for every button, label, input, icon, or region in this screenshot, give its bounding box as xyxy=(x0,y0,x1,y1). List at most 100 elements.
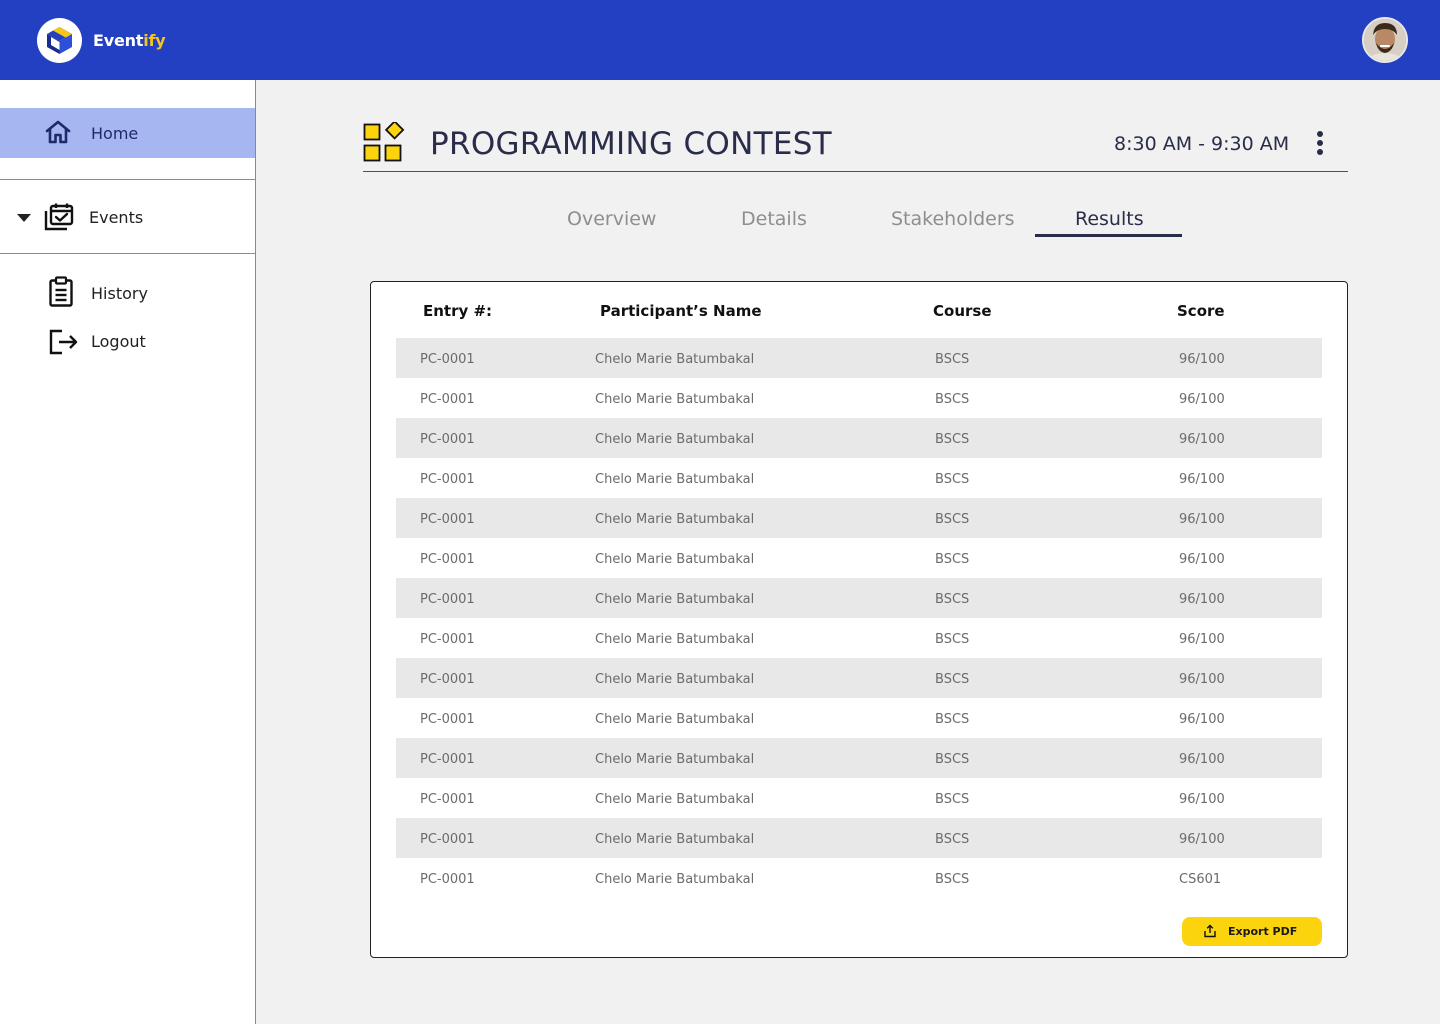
course-cell: BSCS xyxy=(935,352,970,367)
sidebar: Home Events History Logout xyxy=(0,80,256,1024)
table-row: PC-0001 Chelo Marie Batumbakal BSCS 96/100 xyxy=(396,458,1322,498)
name-cell: Chelo Marie Batumbakal xyxy=(595,632,755,647)
header-divider xyxy=(363,171,1348,172)
results-table-body: PC-0001 Chelo Marie Batumbakal BSCS 96/100 … xyxy=(396,338,1322,898)
score-cell: 96/100 xyxy=(1179,352,1225,367)
entry-cell: PC-0001 xyxy=(420,832,475,847)
course-cell: BSCS xyxy=(935,832,970,847)
page-title: PROGRAMMING CONTEST xyxy=(430,126,832,162)
entry-cell: PC-0001 xyxy=(420,352,475,367)
name-cell: Chelo Marie Batumbakal xyxy=(595,672,755,687)
sidebar-item-logout[interactable]: Logout xyxy=(0,324,255,364)
caret-down-icon[interactable] xyxy=(17,214,31,222)
brand-name: Eventify xyxy=(93,31,166,50)
sidebar-item-logout-label: Logout xyxy=(91,332,146,351)
upload-share-icon xyxy=(1204,924,1216,938)
sidebar-item-home-label: Home xyxy=(91,124,139,143)
column-header-course: Course xyxy=(933,302,992,320)
home-icon xyxy=(45,120,71,144)
table-row: PC-0001 Chelo Marie Batumbakal BSCS 96/100 xyxy=(396,658,1322,698)
course-cell: BSCS xyxy=(935,672,970,687)
course-cell: BSCS xyxy=(935,752,970,767)
name-cell: Chelo Marie Batumbakal xyxy=(595,352,755,367)
name-cell: Chelo Marie Batumbakal xyxy=(595,712,755,727)
column-header-score: Score xyxy=(1177,302,1225,320)
score-cell: 96/100 xyxy=(1179,392,1225,407)
course-cell: BSCS xyxy=(935,512,970,527)
avatar-image xyxy=(1364,19,1406,61)
active-tab-indicator xyxy=(1035,234,1182,237)
score-cell: 96/100 xyxy=(1179,792,1225,807)
clipboard-icon xyxy=(49,276,73,307)
sidebar-item-events-label: Events xyxy=(89,208,144,227)
entry-cell: PC-0001 xyxy=(420,512,475,527)
entry-cell: PC-0001 xyxy=(420,392,475,407)
results-card: Entry #: Participant’s Name Course Score… xyxy=(370,281,1348,958)
table-row: PC-0001 Chelo Marie Batumbakal BSCS 96/100 xyxy=(396,778,1322,818)
tab-stakeholders[interactable]: Stakeholders xyxy=(891,208,1015,230)
table-row: PC-0001 Chelo Marie Batumbakal BSCS 96/100 xyxy=(396,378,1322,418)
sidebar-item-events[interactable]: Events xyxy=(0,192,255,242)
entry-cell: PC-0001 xyxy=(420,712,475,727)
sidebar-divider xyxy=(0,179,255,180)
sidebar-item-history[interactable]: History xyxy=(0,274,255,314)
course-cell: BSCS xyxy=(935,592,970,607)
tab-details[interactable]: Details xyxy=(741,208,807,230)
score-cell: 96/100 xyxy=(1179,592,1225,607)
table-row: PC-0001 Chelo Marie Batumbakal BSCS 96/100 xyxy=(396,538,1322,578)
score-cell: 96/100 xyxy=(1179,472,1225,487)
name-cell: Chelo Marie Batumbakal xyxy=(595,552,755,567)
entry-cell: PC-0001 xyxy=(420,872,475,887)
calendar-check-icon xyxy=(44,203,74,231)
logout-icon xyxy=(49,329,78,355)
score-cell: CS601 xyxy=(1179,872,1222,887)
export-pdf-button[interactable]: Export PDF xyxy=(1182,917,1322,946)
name-cell: Chelo Marie Batumbakal xyxy=(595,392,755,407)
sidebar-divider xyxy=(0,253,255,254)
score-cell: 96/100 xyxy=(1179,512,1225,527)
name-cell: Chelo Marie Batumbakal xyxy=(595,792,755,807)
name-cell: Chelo Marie Batumbakal xyxy=(595,512,755,527)
user-avatar[interactable] xyxy=(1362,17,1408,63)
table-row: PC-0001 Chelo Marie Batumbakal BSCS 96/100 xyxy=(396,338,1322,378)
tab-results[interactable]: Results xyxy=(1075,208,1144,230)
logo[interactable] xyxy=(37,18,82,63)
course-cell: BSCS xyxy=(935,632,970,647)
score-cell: 96/100 xyxy=(1179,552,1225,567)
name-cell: Chelo Marie Batumbakal xyxy=(595,472,755,487)
entry-cell: PC-0001 xyxy=(420,592,475,607)
name-cell: Chelo Marie Batumbakal xyxy=(595,832,755,847)
entry-cell: PC-0001 xyxy=(420,552,475,567)
course-cell: BSCS xyxy=(935,392,970,407)
table-row: PC-0001 Chelo Marie Batumbakal BSCS 96/100 xyxy=(396,738,1322,778)
course-cell: BSCS xyxy=(935,472,970,487)
column-header-name: Participant’s Name xyxy=(600,302,762,320)
export-pdf-label: Export PDF xyxy=(1228,925,1298,938)
sidebar-item-home[interactable]: Home xyxy=(0,108,255,158)
cube-logo-icon xyxy=(47,27,72,54)
table-row: PC-0001 Chelo Marie Batumbakal BSCS CS601 xyxy=(396,858,1322,898)
event-time: 8:30 AM - 9:30 AM xyxy=(1114,133,1290,155)
column-header-entry: Entry #: xyxy=(423,302,493,320)
course-cell: BSCS xyxy=(935,712,970,727)
score-cell: 96/100 xyxy=(1179,832,1225,847)
course-cell: BSCS xyxy=(935,552,970,567)
entry-cell: PC-0001 xyxy=(420,752,475,767)
course-cell: BSCS xyxy=(935,872,970,887)
score-cell: 96/100 xyxy=(1179,672,1225,687)
name-cell: Chelo Marie Batumbakal xyxy=(595,872,755,887)
score-cell: 96/100 xyxy=(1179,432,1225,447)
top-bar: Eventify xyxy=(0,0,1440,80)
score-cell: 96/100 xyxy=(1179,712,1225,727)
entry-cell: PC-0001 xyxy=(420,792,475,807)
more-options-button[interactable] xyxy=(1310,128,1330,158)
table-row: PC-0001 Chelo Marie Batumbakal BSCS 96/100 xyxy=(396,618,1322,658)
name-cell: Chelo Marie Batumbakal xyxy=(595,432,755,447)
name-cell: Chelo Marie Batumbakal xyxy=(595,592,755,607)
entry-cell: PC-0001 xyxy=(420,632,475,647)
entry-cell: PC-0001 xyxy=(420,432,475,447)
table-row: PC-0001 Chelo Marie Batumbakal BSCS 96/100 xyxy=(396,818,1322,858)
vertical-dots-icon xyxy=(1317,131,1323,137)
tab-overview[interactable]: Overview xyxy=(567,208,656,230)
score-cell: 96/100 xyxy=(1179,752,1225,767)
